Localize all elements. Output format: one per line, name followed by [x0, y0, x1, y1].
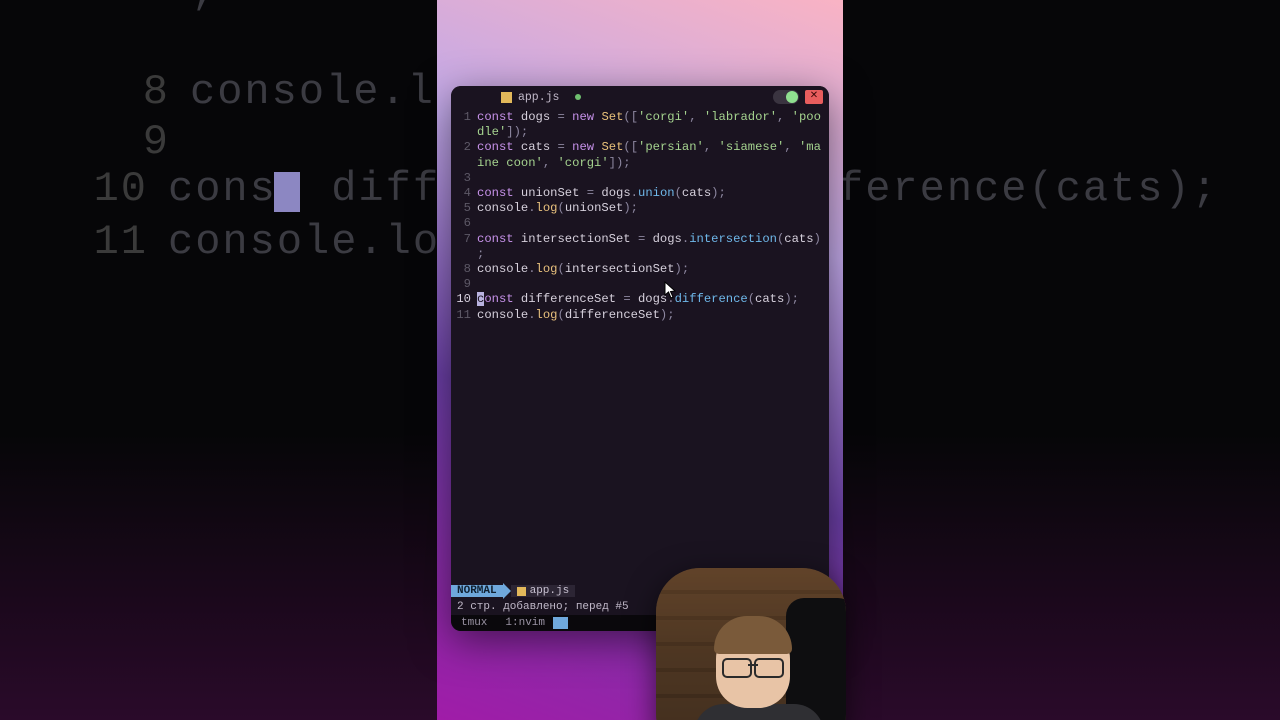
- toggle-pill[interactable]: [773, 90, 799, 104]
- line-number: 4: [451, 186, 477, 201]
- phone-frame: app.js ✕ 1const dogs = new Set(['corgi',…: [437, 0, 843, 720]
- code-source[interactable]: const cats = new Set(['persian', 'siames…: [477, 140, 823, 155]
- code-line[interactable]: 11console.log(differenceSet);: [451, 308, 823, 323]
- code-line[interactable]: dle']);: [451, 125, 823, 140]
- modified-dot-icon: [575, 94, 581, 100]
- code-source[interactable]: [477, 277, 823, 292]
- code-source[interactable]: ine coon', 'corgi']);: [477, 156, 823, 171]
- line-number: 9: [451, 277, 477, 292]
- tmux-window: 1:nvim: [497, 617, 553, 629]
- tab-filename[interactable]: app.js: [501, 91, 559, 104]
- code-source[interactable]: console.log(unionSet);: [477, 201, 823, 216]
- status-filename: app.js: [511, 585, 576, 597]
- code-line[interactable]: 4const unionSet = dogs.union(cats);: [451, 186, 823, 201]
- code-line[interactable]: 6: [451, 216, 823, 231]
- titlebar: app.js ✕: [451, 86, 829, 108]
- vim-message: 2 стр. добавлено; перед #5: [457, 601, 629, 613]
- code-area[interactable]: 1const dogs = new Set(['corgi', 'labrado…: [451, 108, 829, 583]
- line-number: 7: [451, 232, 477, 247]
- tmux-session: tmux: [451, 617, 497, 629]
- filename-label: app.js: [518, 91, 559, 104]
- code-line[interactable]: 3: [451, 171, 823, 186]
- tmux-active-arrow-icon: [553, 617, 568, 629]
- code-source[interactable]: dle']);: [477, 125, 823, 140]
- line-number: 2: [451, 140, 477, 155]
- code-source[interactable]: console.log(intersectionSet);: [477, 262, 823, 277]
- code-line[interactable]: 8console.log(intersectionSet);: [451, 262, 823, 277]
- js-file-icon: [501, 92, 512, 103]
- line-number: 6: [451, 216, 477, 231]
- line-number: [451, 125, 477, 140]
- code-line[interactable]: 5console.log(unionSet);: [451, 201, 823, 216]
- code-source[interactable]: const differenceSet = dogs.difference(ca…: [477, 292, 823, 307]
- code-line[interactable]: 9: [451, 277, 823, 292]
- code-source[interactable]: console.log(differenceSet);: [477, 308, 823, 323]
- line-number: 1: [451, 110, 477, 125]
- webcam-overlay: [656, 568, 846, 720]
- line-number: 8: [451, 262, 477, 277]
- close-button[interactable]: ✕: [805, 90, 823, 104]
- vim-mode: NORMAL: [451, 585, 503, 597]
- code-line[interactable]: ;: [451, 247, 823, 262]
- code-source[interactable]: const dogs = new Set(['corgi', 'labrador…: [477, 110, 823, 125]
- code-source[interactable]: ;: [477, 247, 823, 262]
- code-line[interactable]: 10const differenceSet = dogs.difference(…: [451, 292, 823, 307]
- code-line[interactable]: 2const cats = new Set(['persian', 'siame…: [451, 140, 823, 155]
- code-source[interactable]: const unionSet = dogs.union(cats);: [477, 186, 823, 201]
- code-line[interactable]: 7const intersectionSet = dogs.intersecti…: [451, 232, 823, 247]
- code-source[interactable]: [477, 171, 823, 186]
- line-number: [451, 247, 477, 262]
- code-source[interactable]: [477, 216, 823, 231]
- line-number: 5: [451, 201, 477, 216]
- line-number: 10: [451, 292, 477, 307]
- code-line[interactable]: ine coon', 'corgi']);: [451, 156, 823, 171]
- code-source[interactable]: const intersectionSet = dogs.intersectio…: [477, 232, 823, 247]
- line-number: 11: [451, 308, 477, 323]
- code-line[interactable]: 1const dogs = new Set(['corgi', 'labrado…: [451, 110, 823, 125]
- line-number: 3: [451, 171, 477, 186]
- line-number: [451, 156, 477, 171]
- editor-window[interactable]: app.js ✕ 1const dogs = new Set(['corgi',…: [451, 86, 829, 631]
- js-file-icon: [517, 587, 526, 596]
